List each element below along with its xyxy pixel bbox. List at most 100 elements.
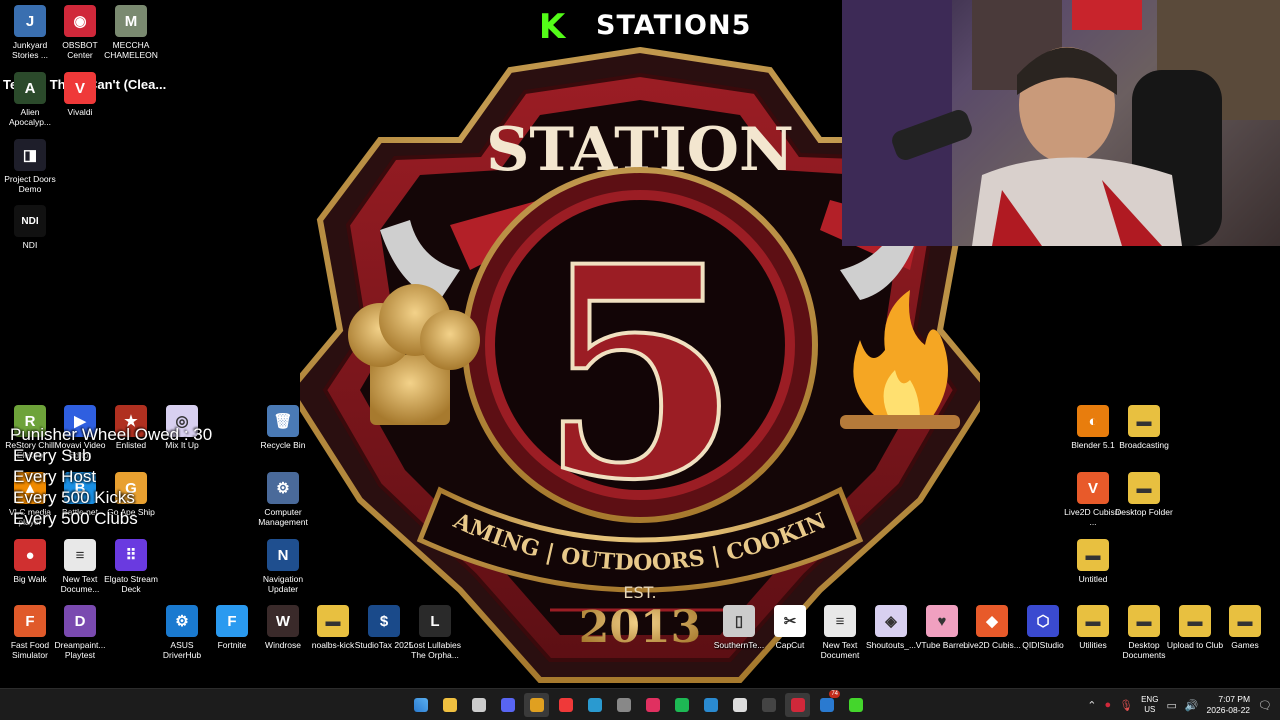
streamdeck-icon: ⠿ <box>115 539 147 571</box>
uploadclub-icon: ▬ <box>1179 605 1211 637</box>
file-explorer-icon <box>442 698 457 712</box>
studiotax-icon: $ <box>368 605 400 637</box>
taskbar-app-window-button[interactable] <box>727 693 752 717</box>
desktop-icon-label: Vivaldi <box>67 107 93 117</box>
taskbar-obsbot-button[interactable] <box>785 693 810 717</box>
taskbar-bg-app-button[interactable] <box>756 693 781 717</box>
alien-icon: A <box>14 72 46 104</box>
wheel-heading: Punisher Wheel Owed : 30 <box>10 425 213 444</box>
desktop-icon-deskfolder[interactable]: ▬ Desktop Folder <box>1114 472 1174 517</box>
desktop-icon-games[interactable]: ▬ Games <box>1215 605 1275 650</box>
taskbar-store-button[interactable] <box>466 693 491 717</box>
clock-date: 2026-08-22 <box>1206 705 1251 715</box>
logo-est-text: EST. <box>623 583 656 602</box>
southernte-icon: ▯ <box>723 605 755 637</box>
app-window-icon <box>732 698 747 712</box>
taskbar-edge-button[interactable] <box>582 693 607 717</box>
taskbar-start-button[interactable] <box>408 693 433 717</box>
chrome-icon <box>529 698 544 712</box>
mail-icon <box>819 698 834 712</box>
desktop-icon-lostlullabies[interactable]: L Lost Lullabies The Orpha... <box>405 605 465 660</box>
taskbar-steam-link-button[interactable] <box>698 693 723 717</box>
fastfood-icon: F <box>14 605 46 637</box>
language-indicator[interactable]: ENG US <box>1141 695 1158 715</box>
desktop-icon-ndi[interactable]: NDI NDI <box>0 205 60 250</box>
logo-year-text: 2013 <box>579 602 701 653</box>
taskbar-spotify-button[interactable] <box>669 693 694 717</box>
start-icon <box>413 698 428 712</box>
desktop-icon-label: Broadcasting <box>1119 440 1169 450</box>
desktop-icon-vivaldi[interactable]: V Vivaldi <box>50 72 110 117</box>
taskbar-vivaldi-button[interactable] <box>553 693 578 717</box>
edge-icon <box>587 698 602 712</box>
compmgmt-icon: ⚙ <box>267 472 299 504</box>
desktop-icon-projectdoors[interactable]: ◨ Project Doors Demo <box>0 139 60 194</box>
meccha-icon: M <box>115 5 147 37</box>
stream-title: STATION5 <box>596 10 752 41</box>
discord-icon <box>500 698 515 712</box>
games-icon: ▬ <box>1229 605 1261 637</box>
desktop-icon-label: QIDIStudio <box>1022 640 1064 650</box>
network-icon[interactable]: ▭ <box>1166 699 1176 712</box>
taskbar-apps: 74 <box>408 690 868 717</box>
junkyard-icon: J <box>14 5 46 37</box>
live2d-icon: V <box>1077 472 1109 504</box>
desktop-icon-label: Blender 5.1 <box>1071 440 1115 450</box>
deskdocs-icon: ▬ <box>1128 605 1160 637</box>
taskbar-discord-button[interactable] <box>495 693 520 717</box>
dreampaint-icon: D <box>64 605 96 637</box>
desktop-icon-streamdeck[interactable]: ⠿ Elgato Stream Deck <box>101 539 161 594</box>
vivaldi-icon: V <box>64 72 96 104</box>
microphone-icon[interactable]: 🎙 <box>1119 699 1133 712</box>
notification-badge: 74 <box>829 690 840 698</box>
chevron-up-icon[interactable]: ⌃ <box>1087 699 1096 712</box>
navupdater-icon: N <box>267 539 299 571</box>
noalbs-icon: ▬ <box>317 605 349 637</box>
obsbot-icon <box>790 698 805 712</box>
windrose-icon: W <box>267 605 299 637</box>
webcam-scene <box>842 0 1280 246</box>
desktop-icon-broadcasting[interactable]: ▬ Broadcasting <box>1114 405 1174 450</box>
desktop-icon-meccha[interactable]: M MECCHA CHAMELEON <box>101 5 161 60</box>
punisher-wheel-overlay: Punisher Wheel Owed : 30 Every Sub Every… <box>10 424 212 529</box>
taskbar-streamer-bot-button[interactable] <box>640 693 665 717</box>
vtube-icon: ♥ <box>926 605 958 637</box>
streamer-bot-icon <box>645 698 660 712</box>
desktop-icon-recycle[interactable]: 🗑 Recycle Bin <box>253 405 313 450</box>
capcut-icon: ✂ <box>774 605 806 637</box>
desktop-icon-untitled[interactable]: ▬ Untitled <box>1063 539 1123 584</box>
desktop-icon-label: Navigation Updater <box>262 574 304 594</box>
desktop-icon-label: SouthernTe... <box>713 640 765 650</box>
live2dcubis-icon: ◆ <box>976 605 1008 637</box>
store-icon <box>471 698 486 712</box>
desktop-icon-label: noalbs-kick <box>311 640 355 650</box>
webcam-feed <box>842 0 1280 246</box>
clock[interactable]: 7:07 PM 2026-08-22 <box>1207 694 1250 716</box>
broadcasting-icon: ▬ <box>1128 405 1160 437</box>
asus-icon: ⚙ <box>166 605 198 637</box>
desktop-icon-compmgmt[interactable]: ⚙ Computer Management <box>253 472 313 527</box>
logo-number: 5 <box>539 204 741 544</box>
taskbar-razer-button[interactable] <box>843 693 868 717</box>
obsbot-icon: ◉ <box>64 5 96 37</box>
wheel-rule: Every Host <box>13 467 97 486</box>
desktop-icon-navupdater[interactable]: N Navigation Updater <box>253 539 313 594</box>
desktop-icon-label: Project Doors Demo <box>4 174 56 194</box>
taskbar-file-explorer-button[interactable] <box>437 693 462 717</box>
taskbar-chrome-button[interactable] <box>524 693 549 717</box>
notification-icon[interactable]: 🗨 <box>1258 699 1272 712</box>
desktop-icon-label: Fortnite <box>217 640 247 650</box>
system-tray: ⌃ ● 🎙 ENG US ▭ 🔊 7:07 PM 2026-08-22 🗨 <box>1087 689 1280 720</box>
kick-logo: K <box>537 7 567 47</box>
volume-icon[interactable]: 🔊 <box>1185 699 1199 712</box>
qidi-icon: ⬡ <box>1027 605 1059 637</box>
tray-app-icon[interactable]: ● <box>1104 699 1111 711</box>
desktop-icon-label: Shoutouts_... <box>865 640 917 650</box>
taskbar-mail-button[interactable]: 74 <box>814 690 840 717</box>
taskbar-obs-button[interactable] <box>611 693 636 717</box>
desktop-icon-label: Elgato Stream Deck <box>104 574 158 594</box>
deskfolder-icon: ▬ <box>1128 472 1160 504</box>
desktop-icon-label: Dreampaint... Playtest <box>54 640 106 660</box>
fortnite-icon: F <box>216 605 248 637</box>
desktop-icon-dreampaint[interactable]: D Dreampaint... Playtest <box>50 605 110 660</box>
